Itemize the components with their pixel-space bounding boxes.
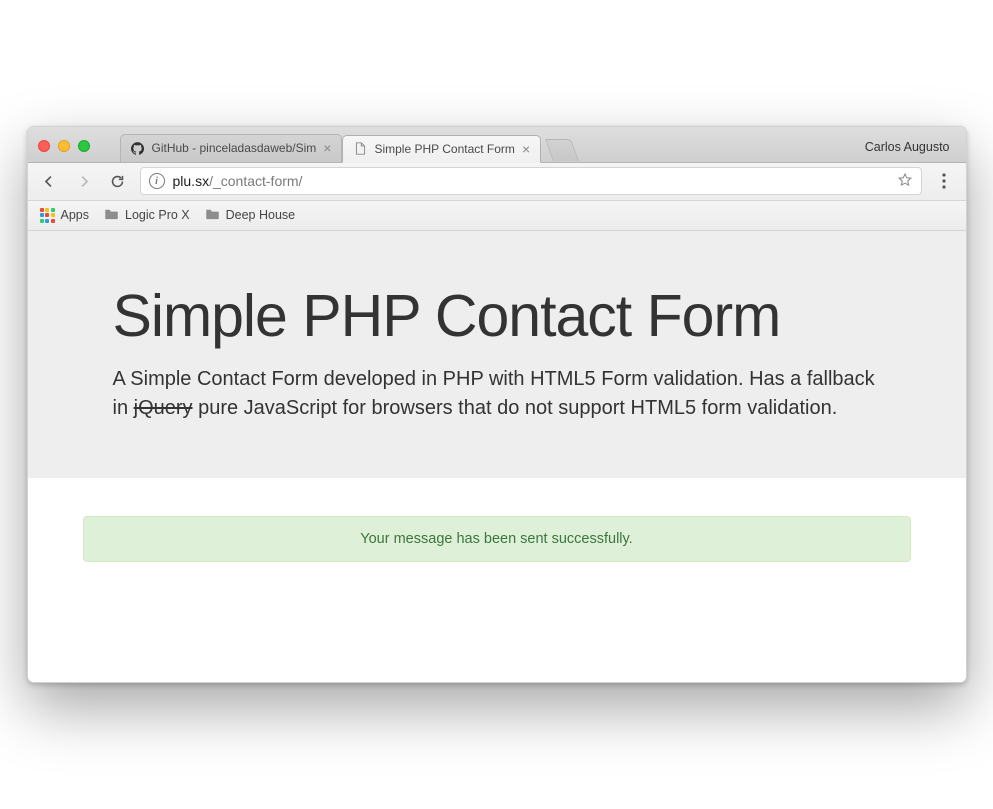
folder-icon [104, 207, 119, 223]
tab-strip: GitHub - pinceladasdaweb/Sim × Simple PH… [28, 127, 966, 163]
bookmark-label: Logic Pro X [125, 208, 190, 222]
alert-region: Your message has been sent successfully. [28, 478, 966, 682]
apps-icon [40, 208, 55, 223]
toolbar: i plu.sx/_contact-form/ [28, 163, 966, 201]
browser-window: GitHub - pinceladasdaweb/Sim × Simple PH… [27, 126, 967, 684]
profile-name[interactable]: Carlos Augusto [865, 140, 960, 162]
tab-label: Simple PHP Contact Form [374, 142, 515, 156]
subtitle-part-2: pure JavaScript for browsers that do not… [193, 397, 838, 419]
bookmark-folder-logic-pro-x[interactable]: Logic Pro X [104, 207, 190, 223]
new-tab-button[interactable] [545, 139, 579, 161]
forward-button[interactable] [72, 169, 96, 193]
browser-menu-button[interactable] [932, 173, 956, 189]
bookmark-label: Deep House [226, 208, 296, 222]
subtitle-strike: jQuery [134, 397, 193, 419]
page-subtitle: A Simple Contact Form developed in PHP w… [113, 365, 881, 423]
reload-button[interactable] [106, 169, 130, 193]
close-tab-icon[interactable]: × [522, 142, 530, 156]
success-alert: Your message has been sent successfully. [83, 516, 911, 562]
window-controls [38, 140, 90, 152]
url-path: /_contact-form/ [209, 173, 302, 189]
maximize-window-button[interactable] [78, 140, 90, 152]
address-bar[interactable]: i plu.sx/_contact-form/ [140, 167, 922, 195]
tab-label: GitHub - pinceladasdaweb/Sim [152, 141, 317, 155]
url-text: plu.sx/_contact-form/ [173, 173, 889, 189]
tab-contact-form[interactable]: Simple PHP Contact Form × [342, 135, 541, 163]
hero-section: Simple PHP Contact Form A Simple Contact… [28, 231, 966, 479]
bookmark-folder-deep-house[interactable]: Deep House [205, 207, 296, 223]
close-tab-icon[interactable]: × [323, 141, 331, 155]
minimize-window-button[interactable] [58, 140, 70, 152]
bookmarks-bar: Apps Logic Pro X Deep House [28, 201, 966, 231]
page-viewport: Simple PHP Contact Form A Simple Contact… [28, 231, 966, 683]
apps-shortcut[interactable]: Apps [40, 208, 90, 223]
alert-text: Your message has been sent successfully. [360, 531, 632, 547]
github-icon [131, 141, 145, 155]
folder-icon [205, 207, 220, 223]
apps-label: Apps [61, 208, 90, 222]
tab-github[interactable]: GitHub - pinceladasdaweb/Sim × [120, 134, 343, 162]
site-info-icon[interactable]: i [149, 173, 165, 189]
bookmark-star-icon[interactable] [897, 172, 913, 191]
back-button[interactable] [38, 169, 62, 193]
url-host: plu.sx [173, 173, 210, 189]
page-icon [353, 142, 367, 156]
close-window-button[interactable] [38, 140, 50, 152]
page-title: Simple PHP Contact Form [113, 286, 881, 348]
